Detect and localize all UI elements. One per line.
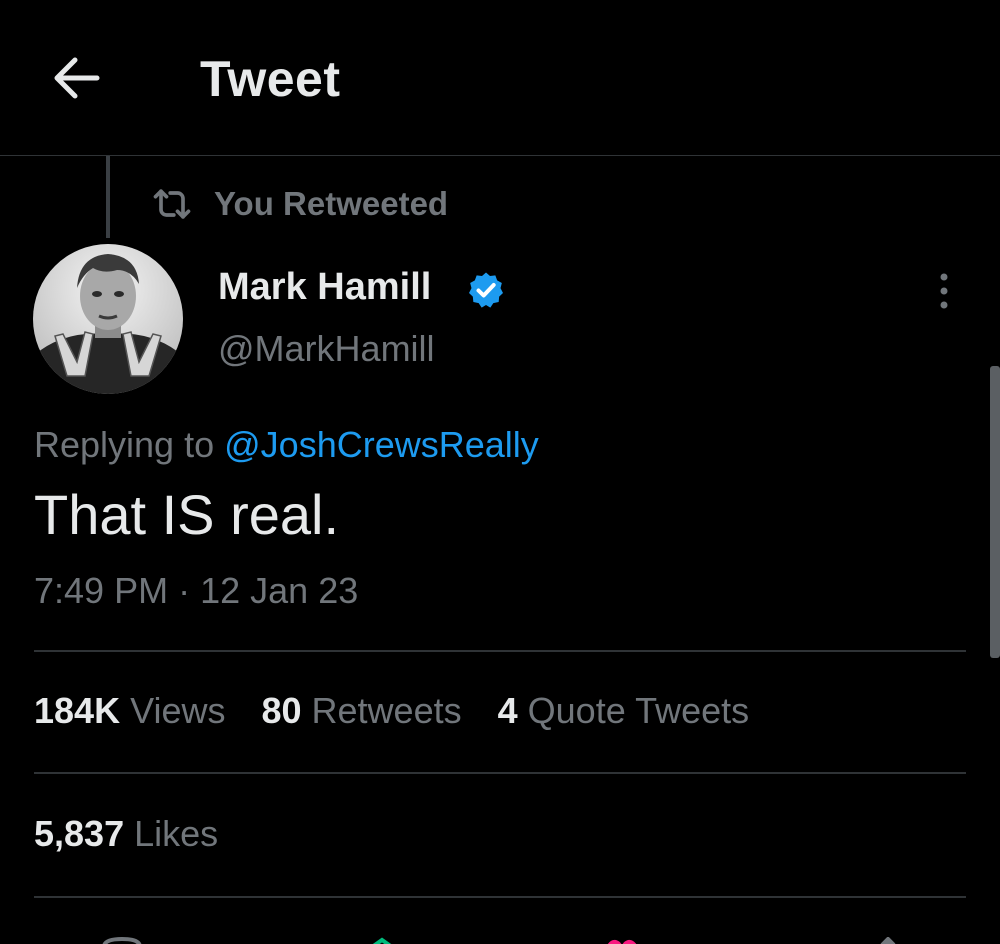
scrollbar-thumb[interactable] bbox=[990, 366, 1000, 658]
like-icon[interactable] bbox=[600, 934, 644, 944]
thread-connector-line bbox=[106, 156, 110, 238]
author-name[interactable]: Mark Hamill bbox=[218, 266, 431, 309]
quote-tweets-stat[interactable]: 4 Quote Tweets bbox=[498, 690, 750, 732]
retweet-context[interactable]: You Retweeted bbox=[150, 182, 448, 226]
divider bbox=[34, 772, 966, 774]
avatar[interactable] bbox=[33, 244, 183, 394]
timestamp-separator: · bbox=[178, 570, 191, 611]
share-icon[interactable] bbox=[870, 934, 906, 944]
avatar-photo bbox=[33, 244, 183, 394]
retweets-label: Retweets bbox=[311, 690, 462, 731]
likes-stat[interactable]: 5,837 Likes bbox=[34, 813, 218, 855]
top-app-bar: Tweet bbox=[0, 0, 1000, 156]
page-title: Tweet bbox=[200, 51, 341, 107]
quote-tweets-label: Quote Tweets bbox=[527, 690, 750, 731]
replying-prefix: Replying to bbox=[34, 424, 215, 465]
tweet-timestamp: 7:49 PM · 12 Jan 23 bbox=[34, 570, 358, 612]
likes-label: Likes bbox=[134, 813, 219, 854]
retweet-icon bbox=[153, 189, 191, 219]
views-count: 184K bbox=[34, 690, 121, 731]
reply-icon[interactable] bbox=[100, 934, 144, 944]
more-vertical-icon bbox=[940, 273, 948, 309]
replying-to: Replying to @JoshCrewsReally bbox=[34, 424, 539, 466]
retweets-stat[interactable]: 80 Retweets bbox=[261, 690, 461, 732]
views-stat[interactable]: 184K Views bbox=[34, 690, 225, 732]
arrow-left-icon bbox=[54, 57, 100, 99]
retweet-label: You Retweeted bbox=[214, 185, 449, 222]
tweet-stats: 184K Views 80 Retweets 4 Quote Tweets bbox=[34, 690, 785, 732]
tweet-text: That IS real. bbox=[34, 483, 340, 546]
more-options-button[interactable] bbox=[922, 266, 966, 316]
tweet-time[interactable]: 7:49 PM bbox=[34, 570, 168, 611]
quote-tweets-count: 4 bbox=[497, 690, 518, 731]
tweet-date[interactable]: 12 Jan 23 bbox=[200, 570, 358, 611]
back-button[interactable] bbox=[44, 46, 108, 110]
views-label: Views bbox=[130, 690, 226, 731]
retweet-action-icon[interactable] bbox=[360, 934, 404, 944]
likes-count: 5,837 bbox=[34, 813, 125, 854]
divider bbox=[34, 650, 966, 652]
verified-badge-icon bbox=[469, 272, 503, 308]
divider bbox=[34, 896, 966, 898]
retweets-count: 80 bbox=[261, 690, 302, 731]
author-handle[interactable]: @MarkHamill bbox=[218, 328, 435, 370]
replying-to-link[interactable]: @JoshCrewsReally bbox=[224, 424, 539, 465]
